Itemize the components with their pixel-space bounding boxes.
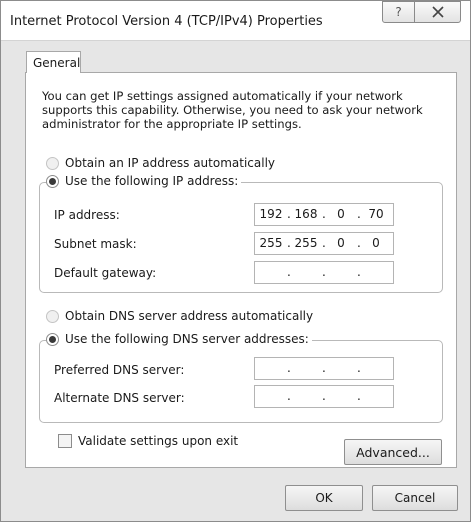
use-following-dns-radio[interactable]: Use the following DNS server addresses: xyxy=(46,332,312,346)
octet-3: 0 xyxy=(337,236,345,250)
default-gateway-input[interactable]: . . . xyxy=(254,261,394,284)
radio-indicator xyxy=(46,174,59,188)
preferred-dns-label: Preferred DNS server: xyxy=(54,363,185,377)
title-bar[interactable]: Internet Protocol Version 4 (TCP/IPv4) P… xyxy=(1,1,470,41)
advanced-button-label: Advanced... xyxy=(356,444,430,460)
tab-general-label: General xyxy=(33,56,81,70)
octet-4: 70 xyxy=(368,207,384,221)
octet-4: 0 xyxy=(372,236,380,250)
ip-address-label: IP address: xyxy=(54,208,120,222)
obtain-dns-auto-radio[interactable]: Obtain DNS server address automatically xyxy=(46,309,317,323)
tab-general[interactable]: General xyxy=(26,51,81,73)
dns-server-group xyxy=(39,340,443,423)
use-following-ip-label: Use the following IP address: xyxy=(65,174,239,188)
general-panel: You can get IP settings assigned automat… xyxy=(25,72,457,468)
validate-checkbox[interactable] xyxy=(58,434,72,448)
close-icon xyxy=(431,6,444,18)
default-gateway-label: Default gateway: xyxy=(54,266,157,280)
window-title: Internet Protocol Version 4 (TCP/IPv4) P… xyxy=(10,14,323,29)
dialog-window: Internet Protocol Version 4 (TCP/IPv4) P… xyxy=(0,0,471,522)
help-icon: ? xyxy=(395,5,402,19)
octet-2: 168 xyxy=(294,207,318,221)
ip-address-input[interactable]: 192 . 168 . 0 . 70 xyxy=(254,203,394,226)
octet-3: 0 xyxy=(337,207,345,221)
obtain-ip-auto-label: Obtain an IP address automatically xyxy=(65,156,276,170)
alternate-dns-label: Alternate DNS server: xyxy=(54,391,185,405)
ok-button[interactable]: OK xyxy=(285,485,363,511)
cancel-button[interactable]: Cancel xyxy=(372,485,458,511)
obtain-dns-auto-label: Obtain DNS server address automatically xyxy=(65,309,314,323)
description-text: You can get IP settings assigned automat… xyxy=(42,89,423,131)
validate-label: Validate settings upon exit xyxy=(78,434,239,448)
radio-indicator xyxy=(46,156,59,170)
radio-indicator xyxy=(46,309,59,323)
close-button[interactable] xyxy=(414,1,461,23)
subnet-mask-label: Subnet mask: xyxy=(54,237,137,251)
help-button[interactable]: ? xyxy=(382,1,415,23)
alternate-dns-input[interactable]: . . . xyxy=(254,385,394,408)
octet-2: 255 xyxy=(294,236,318,250)
octet-1: 255 xyxy=(259,236,283,250)
obtain-ip-auto-radio[interactable]: Obtain an IP address automatically xyxy=(46,156,279,170)
cancel-button-label: Cancel xyxy=(394,491,436,505)
advanced-button[interactable]: Advanced... xyxy=(344,439,442,465)
subnet-mask-input[interactable]: 255 . 255 . 0 . 0 xyxy=(254,232,394,255)
use-following-ip-radio[interactable]: Use the following IP address: xyxy=(46,174,242,188)
ok-button-label: OK xyxy=(315,491,333,505)
radio-indicator xyxy=(46,332,59,346)
preferred-dns-input[interactable]: . . . xyxy=(254,357,394,380)
use-following-dns-label: Use the following DNS server addresses: xyxy=(65,332,309,346)
octet-1: 192 xyxy=(259,207,283,221)
